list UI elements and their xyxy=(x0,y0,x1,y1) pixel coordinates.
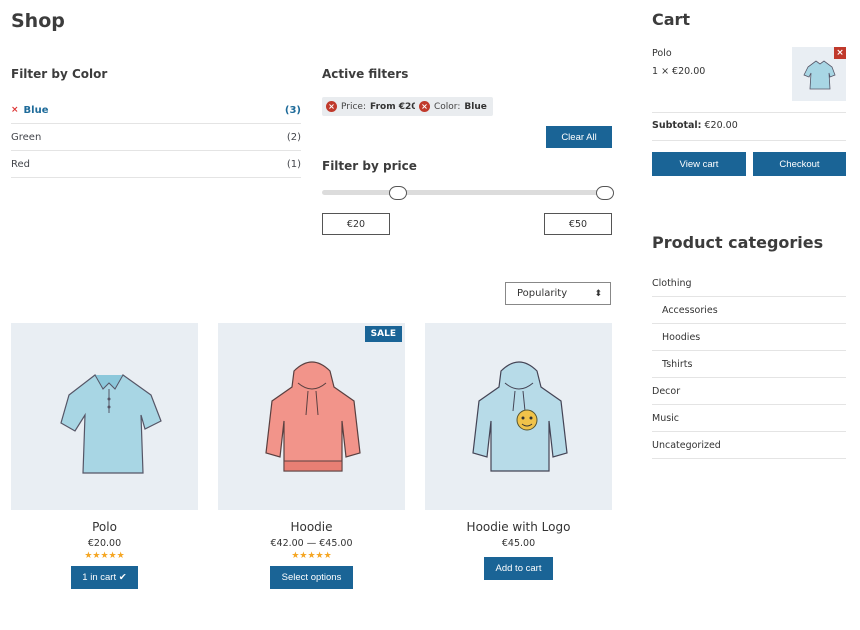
select-arrows-icon: ⬍ xyxy=(594,288,602,299)
remove-chip-icon[interactable]: × xyxy=(326,101,337,112)
color-count: (3) xyxy=(284,104,301,116)
hoodie-icon xyxy=(265,361,361,472)
product-price: €45.00 xyxy=(501,538,536,549)
remove-cart-item-icon[interactable]: × xyxy=(834,47,846,59)
clear-all-button[interactable]: Clear All xyxy=(546,126,612,148)
subtotal-value: €20.00 xyxy=(704,120,738,131)
checkout-button[interactable]: Checkout xyxy=(753,152,846,176)
chip-value: Blue xyxy=(464,101,487,112)
product-card-polo: Polo €20.00 ★★★★★ 1 in cart ✔ xyxy=(11,323,198,589)
color-filter-green[interactable]: Green (2) xyxy=(11,124,301,151)
product-name[interactable]: Hoodie xyxy=(218,520,405,534)
cart-item-quantity: 1 × €20.00 xyxy=(652,66,706,77)
polo-shirt-icon xyxy=(60,374,162,474)
filter-price-title: Filter by price xyxy=(322,159,417,173)
rating-stars: ★★★★★ xyxy=(291,551,332,561)
cart-subtotal: Subtotal: €20.00 xyxy=(652,120,738,131)
cart-item-name[interactable]: Polo xyxy=(652,48,672,59)
product-price: €20.00 xyxy=(87,538,122,549)
product-name[interactable]: Hoodie with Logo xyxy=(425,520,612,534)
active-filter-price-chip[interactable]: × Price: From €20 xyxy=(322,97,424,116)
color-filter-blue[interactable]: × Blue (3) xyxy=(11,97,301,124)
add-to-cart-button[interactable]: Add to cart xyxy=(484,557,553,580)
sort-select[interactable]: Popularity ⬍ xyxy=(505,282,611,305)
category-accessories[interactable]: Accessories xyxy=(652,297,846,324)
category-tshirts[interactable]: Tshirts xyxy=(652,351,846,378)
price-max-field[interactable]: €50 xyxy=(544,213,612,235)
hoodie-logo-icon xyxy=(472,361,568,472)
product-image[interactable] xyxy=(425,323,612,510)
color-label[interactable]: Red xyxy=(11,159,30,170)
product-card-hoodie: SALE Hoodie €42.00 — €45.00 ★★★★★ Select… xyxy=(218,323,405,589)
product-card-hoodie-with-logo: Hoodie with Logo €45.00 Add to cart xyxy=(425,323,612,580)
chip-key: Price: xyxy=(341,101,366,112)
chip-value: From €20 xyxy=(370,101,418,112)
color-count: (2) xyxy=(286,131,301,143)
sort-selected-label: Popularity xyxy=(517,288,568,299)
price-slider-track[interactable] xyxy=(322,190,612,195)
remove-filter-icon[interactable]: × xyxy=(11,105,19,115)
active-filters-title: Active filters xyxy=(322,67,409,81)
divider xyxy=(652,140,846,141)
product-categories-title: Product categories xyxy=(652,233,824,252)
chip-key: Color: xyxy=(434,101,461,112)
color-label[interactable]: Green xyxy=(11,132,41,143)
cart-title: Cart xyxy=(652,10,691,29)
product-image[interactable] xyxy=(11,323,198,510)
subtotal-label: Subtotal: xyxy=(652,120,702,131)
category-uncategorized[interactable]: Uncategorized xyxy=(652,432,846,459)
product-image[interactable]: SALE xyxy=(218,323,405,510)
category-hoodies[interactable]: Hoodies xyxy=(652,324,846,351)
page-title: Shop xyxy=(11,10,65,32)
category-clothing[interactable]: Clothing xyxy=(652,270,846,297)
remove-chip-icon[interactable]: × xyxy=(419,101,430,112)
view-cart-button[interactable]: View cart xyxy=(652,152,746,176)
divider xyxy=(652,112,846,113)
color-filter-list: × Blue (3) Green (2) Red (1) xyxy=(11,97,301,178)
color-count: (1) xyxy=(286,158,301,170)
price-slider-min-handle[interactable] xyxy=(389,186,407,200)
category-music[interactable]: Music xyxy=(652,405,846,432)
category-decor[interactable]: Decor xyxy=(652,378,846,405)
rating-stars: ★★★★★ xyxy=(84,551,125,561)
active-filter-color-chip[interactable]: × Color: Blue xyxy=(415,97,493,116)
price-min-field[interactable]: €20 xyxy=(322,213,390,235)
filter-color-title: Filter by Color xyxy=(11,67,108,81)
in-cart-button[interactable]: 1 in cart ✔ xyxy=(71,566,138,589)
sale-badge: SALE xyxy=(364,326,402,342)
product-price: €42.00 — €45.00 xyxy=(270,538,353,549)
color-label[interactable]: Blue xyxy=(24,105,49,116)
price-slider-max-handle[interactable] xyxy=(596,186,614,200)
product-name[interactable]: Polo xyxy=(11,520,198,534)
color-filter-red[interactable]: Red (1) xyxy=(11,151,301,178)
select-options-button[interactable]: Select options xyxy=(270,566,353,589)
category-list: Clothing Accessories Hoodies Tshirts Dec… xyxy=(652,270,846,459)
